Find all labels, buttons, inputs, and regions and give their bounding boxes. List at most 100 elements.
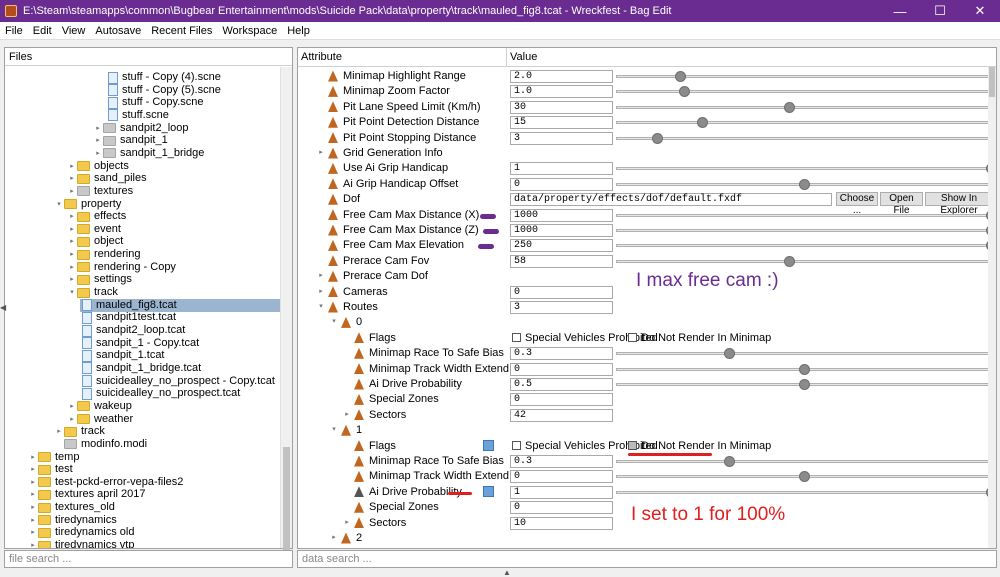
- value-column-header[interactable]: Value: [510, 51, 537, 63]
- attribute-row[interactable]: Free Cam Max Elevation 250: [298, 238, 996, 253]
- checkbox[interactable]: [512, 440, 521, 450]
- tree-file-item[interactable]: stuff.scne: [106, 109, 169, 122]
- expand-right-icon[interactable]: ▸: [67, 273, 77, 286]
- tree-folder-item[interactable]: ▸ test-pckd-error-vepa-files2: [28, 476, 183, 489]
- slider-knob[interactable]: [674, 71, 686, 82]
- collapse-left-arrow-icon[interactable]: ◀: [0, 303, 6, 312]
- value-slider[interactable]: [616, 209, 996, 221]
- tree-folder-item[interactable]: ▸ object: [67, 235, 123, 248]
- expand-down-icon[interactable]: ▾: [54, 198, 64, 211]
- expand-right-icon[interactable]: ▸: [67, 223, 77, 236]
- tree-folder-item[interactable]: modinfo.modi: [54, 438, 147, 451]
- expand-right-icon[interactable]: ▸: [67, 172, 77, 185]
- tree-folder-item[interactable]: ▸ temp: [28, 451, 79, 464]
- slider-knob[interactable]: [798, 178, 810, 190]
- expand-right-icon[interactable]: ▸: [67, 160, 77, 173]
- value-field[interactable]: 1000: [510, 208, 613, 222]
- tree-folder-item[interactable]: ▸ sandpit_1: [93, 134, 167, 147]
- slider-knob[interactable]: [783, 255, 795, 267]
- slider-knob[interactable]: [678, 86, 690, 98]
- attribute-row[interactable]: Dof data/property/effects/dof/default.fxd…: [298, 192, 993, 216]
- open-file-button[interactable]: Open File: [880, 192, 923, 216]
- attribute-row[interactable]: ▾ 0: [298, 315, 990, 330]
- attribute-row[interactable]: Minimap Highlight Range 2.0: [298, 69, 993, 84]
- tree-file-item[interactable]: stuff - Copy (4).scne: [106, 71, 221, 84]
- menu-recent-files[interactable]: Recent Files: [146, 25, 217, 37]
- attribute-scroll-thumb[interactable]: [989, 67, 995, 97]
- value-slider[interactable]: [616, 163, 996, 175]
- expand-right-icon[interactable]: ▸: [67, 400, 77, 413]
- tree-folder-item[interactable]: ▸ sand_piles: [67, 172, 146, 185]
- attribute-row[interactable]: Special Zones 0: [298, 392, 990, 407]
- expand-down-icon[interactable]: ▾: [329, 317, 339, 325]
- attribute-row[interactable]: Ai Grip Handicap Offset 0: [298, 177, 993, 192]
- value-slider[interactable]: [616, 101, 993, 113]
- menu-workspace[interactable]: Workspace: [217, 25, 282, 37]
- value-field[interactable]: 1.0: [510, 85, 613, 99]
- expand-right-icon[interactable]: ▸: [316, 271, 326, 279]
- attribute-row[interactable]: Prerace Cam Fov 58: [298, 254, 993, 269]
- tree-folder-item[interactable]: ▸ event: [67, 223, 121, 236]
- tree-folder-item[interactable]: ▸ rendering: [67, 248, 140, 261]
- attribute-row[interactable]: Minimap Race To Safe Bias 0.3: [298, 346, 993, 361]
- save-icon[interactable]: [483, 439, 494, 451]
- value-slider[interactable]: [616, 132, 993, 144]
- files-scrollbar[interactable]: [280, 67, 292, 567]
- tree-folder-item[interactable]: ▸ tiredynamics vtp: [28, 539, 134, 548]
- value-field[interactable]: 0: [510, 470, 613, 484]
- expand-right-icon[interactable]: ▸: [316, 287, 326, 295]
- files-scroll-thumb[interactable]: [283, 447, 290, 567]
- expand-right-icon[interactable]: ▸: [67, 248, 77, 261]
- tree-folder-item[interactable]: ▾ property: [54, 198, 121, 211]
- value-slider[interactable]: [616, 178, 993, 190]
- attribute-row[interactable]: ▾ Routes 3: [298, 300, 990, 315]
- expand-bottom-arrow-icon[interactable]: ▲: [503, 568, 511, 577]
- tree-file-item[interactable]: sandpit_1_bridge.tcat: [80, 362, 201, 375]
- expand-right-icon[interactable]: ▸: [93, 134, 103, 147]
- attribute-row[interactable]: Free Cam Max Distance (Z) 1000: [298, 223, 996, 238]
- expand-right-icon[interactable]: ▸: [28, 463, 38, 476]
- flag-do-not-render[interactable]: Do Not Render In Minimap: [628, 440, 771, 452]
- tree-folder-item[interactable]: ▸ tiredynamics: [28, 514, 117, 527]
- data-search-input[interactable]: data search ...: [297, 550, 997, 568]
- menu-autosave[interactable]: Autosave: [90, 25, 146, 37]
- value-field[interactable]: 10: [510, 516, 613, 530]
- value-field[interactable]: 0: [510, 393, 613, 407]
- file-search-input[interactable]: file search ...: [4, 550, 293, 568]
- tree-file-item[interactable]: stuff - Copy (5).scne: [106, 84, 221, 97]
- value-field[interactable]: 2.0: [510, 70, 613, 83]
- tree-folder-item[interactable]: ▸ wakeup: [67, 400, 132, 413]
- expand-right-icon[interactable]: ▸: [93, 122, 103, 135]
- tree-folder-item[interactable]: ▸ weather: [67, 413, 133, 426]
- tree-file-item[interactable]: suicidealley_no_prospect.tcat: [80, 387, 240, 400]
- expand-down-icon[interactable]: ▾: [316, 302, 326, 310]
- tree-folder-item[interactable]: ▸ effects: [67, 210, 126, 223]
- attribute-row[interactable]: Minimap Zoom Factor 1.0: [298, 84, 993, 99]
- slider-knob[interactable]: [723, 348, 735, 360]
- value-field[interactable]: 3: [510, 131, 613, 145]
- show-in-explorer-button[interactable]: Show In Explorer: [925, 192, 993, 216]
- value-field[interactable]: 30: [510, 100, 613, 114]
- slider-knob[interactable]: [723, 456, 735, 467]
- value-slider[interactable]: [616, 363, 993, 375]
- value-slider[interactable]: [616, 86, 993, 98]
- expand-right-icon[interactable]: ▸: [67, 261, 77, 274]
- value-field[interactable]: 1: [510, 485, 613, 499]
- tree-file-item[interactable]: suicidealley_no_prospect - Copy.tcat: [80, 375, 275, 388]
- tree-folder-item[interactable]: ▸ sandpit_1_bridge: [93, 147, 204, 160]
- slider-knob[interactable]: [697, 117, 709, 129]
- menu-help[interactable]: Help: [282, 25, 315, 37]
- value-slider[interactable]: [616, 240, 996, 252]
- expand-right-icon[interactable]: ▸: [67, 235, 77, 248]
- tree-folder-item[interactable]: ▾ track: [67, 286, 118, 299]
- attribute-row[interactable]: Pit Lane Speed Limit (Km/h) 30: [298, 100, 993, 115]
- attribute-row[interactable]: Pit Point Detection Distance 15: [298, 115, 993, 130]
- tree-folder-item[interactable]: ▸ rendering - Copy: [67, 261, 176, 274]
- tree-folder-item[interactable]: ▸ textures april 2017: [28, 488, 145, 501]
- checkbox[interactable]: [628, 440, 637, 450]
- tree-folder-item[interactable]: ▸ objects: [67, 160, 129, 173]
- tree-file-item[interactable]: sandpit1test.tcat: [80, 311, 176, 324]
- attribute-row[interactable]: ▸ Grid Generation Info: [298, 146, 990, 161]
- flag-do-not-render[interactable]: Do Not Render In Minimap: [628, 332, 771, 344]
- attribute-row[interactable]: Pit Point Stopping Distance 3: [298, 131, 993, 146]
